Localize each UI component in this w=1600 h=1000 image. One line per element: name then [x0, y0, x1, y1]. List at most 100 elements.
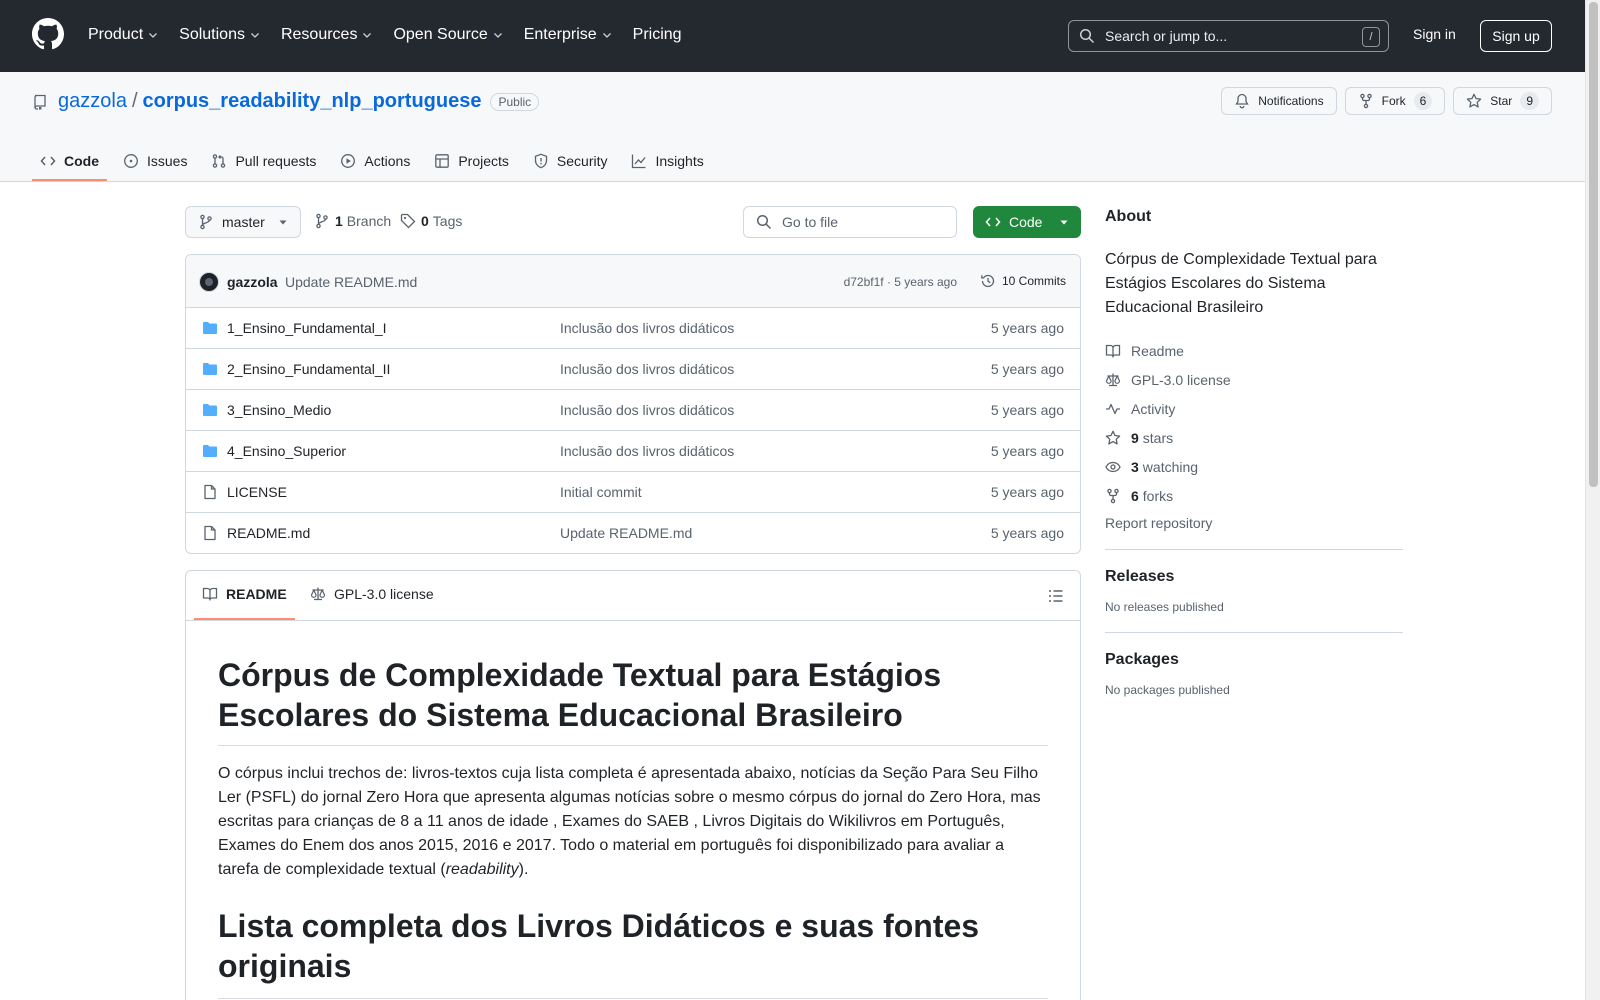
- book-icon: [202, 587, 218, 601]
- file-commit-message[interactable]: Inclusão dos livros didáticos: [560, 320, 734, 336]
- about-heading: About: [1105, 208, 1152, 225]
- branch-count-label: Branch: [346, 213, 392, 229]
- repo-name-link[interactable]: corpus_readability_nlp_portuguese: [143, 90, 482, 113]
- go-to-file-input[interactable]: Go to file: [743, 206, 957, 238]
- stars-count: 9: [1131, 429, 1139, 446]
- about-description: Córpus de Complexidade Textual para Está…: [1105, 251, 1377, 316]
- branches-link[interactable]: 1 Branch: [314, 213, 391, 229]
- global-search-input[interactable]: Search or jump to... /: [1068, 20, 1389, 52]
- avatar[interactable]: [199, 272, 219, 292]
- tab-readme[interactable]: README: [202, 586, 287, 602]
- repo-tabs: Code Issues Pull requests Actions Projec…: [32, 142, 720, 181]
- file-name[interactable]: 1_Ensino_Fundamental_I: [227, 320, 387, 336]
- bell-icon: [1235, 93, 1249, 109]
- folder-icon: [203, 445, 217, 457]
- go-to-file-placeholder: Go to file: [782, 214, 839, 230]
- file-name[interactable]: 2_Ensino_Fundamental_II: [227, 361, 390, 377]
- releases-empty-text: No releases published: [1105, 600, 1224, 614]
- code-icon: [40, 156, 56, 166]
- scrollbar-thumb[interactable]: [1589, 2, 1598, 487]
- tab-security[interactable]: Security: [525, 142, 616, 180]
- chevron-down-icon: [363, 33, 372, 38]
- table-row[interactable]: 1_Ensino_Fundamental_I Inclusão dos livr…: [186, 308, 1080, 349]
- file-commit-message[interactable]: Inclusão dos livros didáticos: [560, 443, 734, 459]
- search-icon: [1079, 28, 1095, 44]
- code-dropdown-button[interactable]: Code: [973, 206, 1081, 238]
- star-button[interactable]: Star 9: [1453, 87, 1552, 115]
- repo-owner-link[interactable]: gazzola: [58, 90, 127, 113]
- file-name[interactable]: README.md: [227, 525, 310, 541]
- list-unordered-icon[interactable]: [1048, 588, 1064, 604]
- commit-hash-age[interactable]: d72bf1f · 5 years ago: [844, 275, 957, 289]
- forks-link[interactable]: 6 forks: [1105, 481, 1403, 510]
- table-row[interactable]: 2_Ensino_Fundamental_II Inclusão dos liv…: [186, 349, 1080, 390]
- file-commit-message[interactable]: Initial commit: [560, 484, 642, 500]
- commit-author[interactable]: gazzola: [227, 274, 278, 290]
- readme-paragraph-end: ).: [518, 861, 529, 878]
- watching-link[interactable]: 3 watching: [1105, 452, 1403, 481]
- tags-link[interactable]: 0 Tags: [400, 213, 462, 229]
- tab-projects[interactable]: Projects: [426, 142, 517, 180]
- forks-label: forks: [1142, 487, 1174, 504]
- file-name[interactable]: 4_Ensino_Superior: [227, 443, 346, 459]
- github-logo-icon[interactable]: [32, 18, 64, 50]
- table-row[interactable]: 4_Ensino_Superior Inclusão dos livros di…: [186, 431, 1080, 472]
- chevron-down-icon: [493, 33, 502, 38]
- branch-icon: [316, 213, 328, 229]
- sign-up-button[interactable]: Sign up: [1480, 20, 1552, 52]
- license-link[interactable]: GPL-3.0 license: [1105, 365, 1403, 394]
- branch-name: master: [222, 214, 265, 230]
- chevron-down-icon: [251, 33, 259, 38]
- tab-insights[interactable]: Insights: [623, 142, 711, 180]
- file-icon: [204, 525, 216, 541]
- branch-select-button[interactable]: master: [185, 206, 301, 238]
- notifications-button[interactable]: Notifications: [1221, 87, 1337, 115]
- activity-link-label: Activity: [1131, 400, 1176, 417]
- fork-button[interactable]: Fork 6: [1344, 87, 1446, 115]
- file-commit-message[interactable]: Inclusão dos livros didáticos: [560, 402, 734, 418]
- tab-code[interactable]: Code: [32, 142, 107, 181]
- readme-heading: Córpus de Complexidade Textual para Está…: [218, 655, 1048, 746]
- tab-issues[interactable]: Issues: [115, 142, 195, 180]
- play-icon: [341, 154, 356, 168]
- nav-resources[interactable]: Resources: [281, 22, 373, 48]
- tab-label: README: [226, 586, 287, 602]
- stars-link[interactable]: 9 stars: [1105, 423, 1403, 452]
- report-repository-link[interactable]: Report repository: [1105, 515, 1403, 531]
- commit-message[interactable]: Update README.md: [285, 274, 417, 290]
- issue-icon: [124, 154, 138, 168]
- sign-in-link[interactable]: Sign in: [1413, 26, 1456, 42]
- divider: [1105, 549, 1403, 550]
- tab-label: Code: [64, 153, 99, 169]
- nav-enterprise[interactable]: Enterprise: [524, 22, 613, 48]
- tab-actions[interactable]: Actions: [332, 142, 418, 180]
- fork-label: Fork: [1381, 94, 1406, 108]
- packages-heading[interactable]: Packages: [1105, 651, 1403, 669]
- pull-request-icon: [213, 154, 226, 168]
- releases-heading[interactable]: Releases: [1105, 568, 1403, 586]
- graph-icon: [632, 154, 646, 169]
- nav-label: Resources: [280, 26, 358, 43]
- file-commit-message[interactable]: Update README.md: [560, 525, 692, 541]
- file-name[interactable]: LICENSE: [227, 484, 287, 500]
- latest-commit-bar: gazzola Update README.md d72bf1f · 5 yea…: [186, 255, 1080, 308]
- nav-solutions[interactable]: Solutions: [179, 22, 261, 48]
- nav-open-source[interactable]: Open Source: [393, 22, 503, 48]
- activity-link[interactable]: Activity: [1105, 394, 1403, 423]
- readme-link[interactable]: Readme: [1105, 336, 1403, 365]
- file-commit-message[interactable]: Inclusão dos livros didáticos: [560, 361, 734, 377]
- tab-license[interactable]: GPL-3.0 license: [310, 586, 434, 602]
- folder-icon: [203, 322, 217, 334]
- tab-pull-requests[interactable]: Pull requests: [203, 142, 324, 180]
- table-row[interactable]: README.md Update README.md 5 years ago: [186, 513, 1080, 553]
- commits-link[interactable]: 10 Commits: [980, 273, 1066, 289]
- table-row[interactable]: LICENSE Initial commit 5 years ago: [186, 472, 1080, 513]
- page-scrollbar[interactable]: [1585, 0, 1600, 1000]
- nav-pricing[interactable]: Pricing: [633, 22, 682, 48]
- nav-product[interactable]: Product: [88, 22, 159, 48]
- book-icon: [1105, 344, 1121, 358]
- table-row[interactable]: 3_Ensino_Medio Inclusão dos livros didát…: [186, 390, 1080, 431]
- star-icon: [1467, 93, 1482, 108]
- file-name[interactable]: 3_Ensino_Medio: [227, 402, 331, 418]
- table-icon: [435, 154, 450, 168]
